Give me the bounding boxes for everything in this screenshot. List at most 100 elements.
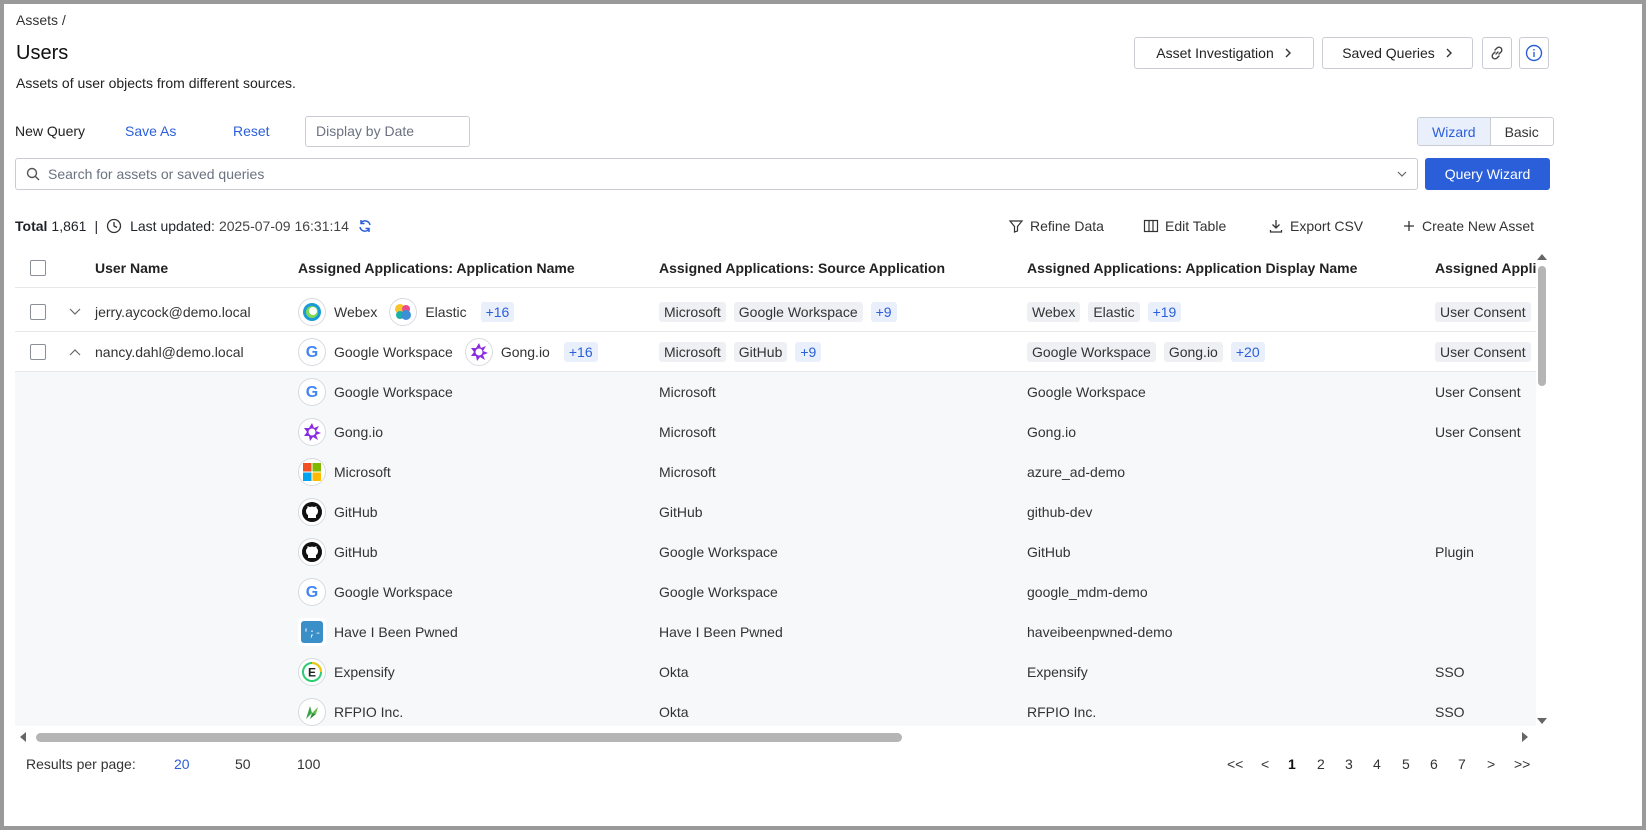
vertical-scroll-thumb[interactable]: [1538, 266, 1546, 386]
app-name: Have I Been Pwned: [334, 624, 458, 640]
source-app: Okta: [659, 664, 689, 680]
more-badge[interactable]: +16: [563, 342, 598, 362]
search-placeholder: Search for assets or saved queries: [48, 166, 265, 182]
horizontal-scroll-thumb[interactable]: [36, 733, 902, 742]
asset-investigation-button[interactable]: Asset Investigation: [1134, 37, 1314, 69]
tag: Microsoft: [659, 342, 726, 362]
more-badge[interactable]: +19: [1147, 302, 1182, 322]
scroll-right-arrow-icon[interactable]: [1520, 731, 1530, 743]
chevron-up-icon: [69, 349, 81, 356]
column-header-user-name[interactable]: User Name: [95, 248, 168, 288]
page-button-5[interactable]: 5: [1402, 756, 1410, 772]
display-by-date-input[interactable]: Display by Date: [305, 116, 470, 147]
first-page-button[interactable]: <<: [1227, 756, 1243, 772]
tag: Webex: [1027, 302, 1081, 322]
page-button-6[interactable]: 6: [1430, 756, 1438, 772]
elastic-icon: [389, 298, 418, 326]
app-name: Google Workspace: [334, 344, 453, 360]
export-csv-button[interactable]: Export CSV: [1268, 218, 1363, 234]
more-badge[interactable]: +16: [480, 302, 515, 322]
breadcrumb[interactable]: Assets /: [16, 12, 66, 28]
webex-icon: [298, 298, 326, 326]
source-app: Okta: [659, 704, 689, 720]
collapse-toggle[interactable]: [69, 332, 81, 372]
create-new-asset-label: Create New Asset: [1422, 218, 1535, 234]
more-badge[interactable]: +9: [870, 302, 897, 322]
display-name: Google Workspace: [1027, 384, 1146, 400]
edit-table-button[interactable]: Edit Table: [1143, 218, 1226, 234]
saved-queries-button[interactable]: Saved Queries: [1322, 37, 1473, 69]
chevron-down-icon[interactable]: [1397, 170, 1407, 178]
last-page-button[interactable]: >>: [1514, 756, 1530, 772]
per-page-option-100[interactable]: 100: [297, 756, 320, 772]
source-app: GitHub: [659, 504, 703, 520]
row-checkbox-cell: [30, 332, 46, 372]
edit-table-label: Edit Table: [1165, 218, 1227, 234]
sub-row: ';- Have I Been Pwned Have I Been Pwned h…: [15, 612, 1536, 652]
per-page-option-50[interactable]: 50: [235, 756, 251, 772]
page-button-4[interactable]: 4: [1373, 756, 1381, 772]
chevron-down-icon: [69, 308, 81, 315]
app-name: RFPIO Inc.: [334, 704, 404, 720]
save-as-button[interactable]: Save As: [125, 123, 176, 139]
users-table: User Name Assigned Applications: Applica…: [15, 248, 1536, 726]
column-header-source-app[interactable]: Assigned Applications: Source Applicatio…: [659, 248, 945, 288]
select-all-checkbox[interactable]: [30, 260, 46, 276]
row-checkbox[interactable]: [30, 344, 46, 360]
tag: User Consent: [1435, 342, 1531, 362]
more-badge[interactable]: +20: [1230, 342, 1265, 362]
per-page-option-20[interactable]: 20: [174, 756, 190, 772]
page-button-1[interactable]: 1: [1288, 756, 1296, 772]
assigned-applic: User Consent: [1435, 424, 1521, 440]
search-input[interactable]: Search for assets or saved queries: [15, 158, 1418, 190]
new-query-button[interactable]: New Query: [15, 123, 85, 139]
reset-button[interactable]: Reset: [233, 123, 270, 139]
sub-row: Microsoft Microsoft azure_ad-demo: [15, 452, 1536, 492]
next-page-button[interactable]: >: [1487, 756, 1495, 772]
scroll-up-arrow-icon[interactable]: [1536, 252, 1548, 262]
chevron-right-icon: [1446, 48, 1452, 58]
column-header-app-name[interactable]: Assigned Applications: Application Name: [298, 248, 575, 288]
last-updated-value: 2025-07-09 16:31:14: [218, 218, 349, 234]
app-name: Webex: [334, 304, 378, 320]
more-badge[interactable]: +9: [795, 342, 822, 362]
info-button[interactable]: [1519, 37, 1549, 69]
tag: Google Workspace: [1027, 342, 1156, 362]
expand-toggle[interactable]: [69, 292, 81, 332]
page-button-7[interactable]: 7: [1458, 756, 1466, 772]
expensify-icon: E: [298, 658, 326, 686]
display-name: google_mdm-demo: [1027, 584, 1148, 600]
scroll-left-arrow-icon[interactable]: [18, 731, 28, 743]
previous-page-button[interactable]: <: [1261, 756, 1269, 772]
column-header-display-name[interactable]: Assigned Applications: Application Displ…: [1027, 248, 1357, 288]
tag: GitHub: [733, 342, 788, 362]
vertical-scrollbar[interactable]: [1536, 252, 1548, 726]
asset-investigation-label: Asset Investigation: [1156, 45, 1274, 61]
query-wizard-button[interactable]: Query Wizard: [1425, 158, 1550, 190]
basic-mode-tab[interactable]: Basic: [1491, 118, 1553, 145]
user-name-cell: jerry.aycock@demo.local: [95, 304, 251, 320]
page-button-2[interactable]: 2: [1317, 756, 1325, 772]
last-updated-label: Last updated:: [130, 218, 215, 234]
copy-link-button[interactable]: [1482, 37, 1512, 69]
refine-data-button[interactable]: Refine Data: [1008, 218, 1104, 234]
scroll-down-arrow-icon[interactable]: [1536, 716, 1548, 726]
wizard-mode-tab[interactable]: Wizard: [1418, 118, 1491, 145]
sub-row: G Google Workspace Microsoft Google Works…: [15, 372, 1536, 412]
columns-icon: [1143, 219, 1159, 233]
download-icon: [1269, 220, 1283, 233]
app-name-cell: Webex Elastic +16: [298, 292, 515, 332]
column-header-assigned-applic[interactable]: Assigned Applic: [1435, 248, 1536, 288]
row-checkbox[interactable]: [30, 304, 46, 320]
horizontal-scrollbar[interactable]: [18, 730, 1538, 744]
saved-queries-label: Saved Queries: [1342, 45, 1435, 61]
assigned-applic-cell: User Consent: [1435, 292, 1531, 332]
app-name-cell: G Google Workspace Gong.io +16: [298, 332, 598, 372]
info-icon: [1525, 44, 1543, 62]
table-row[interactable]: nancy.dahl@demo.local G Google Workspace…: [15, 332, 1536, 372]
table-row[interactable]: jerry.aycock@demo.local Webex Elastic +1…: [15, 292, 1536, 332]
display-name: GitHub: [1027, 544, 1071, 560]
page-button-3[interactable]: 3: [1345, 756, 1353, 772]
create-new-asset-button[interactable]: Create New Asset: [1402, 218, 1534, 234]
refresh-icon[interactable]: [357, 218, 373, 234]
